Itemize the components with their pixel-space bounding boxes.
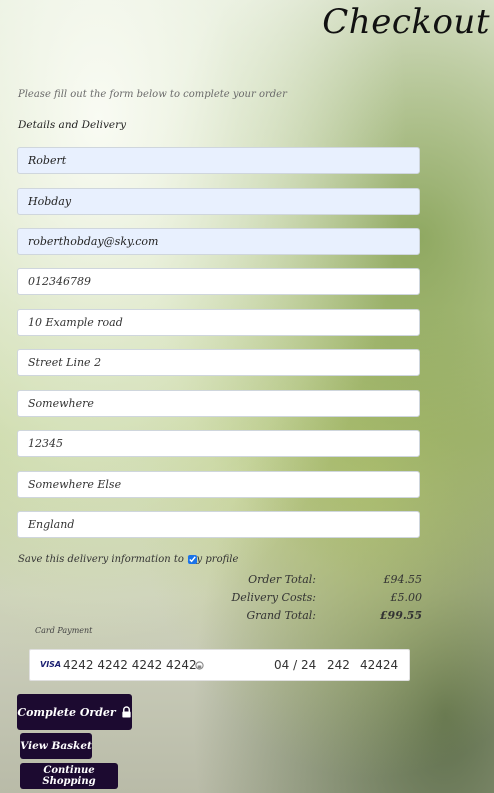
email-field[interactable] [17, 228, 420, 255]
complete-order-label: Complete Order [17, 705, 116, 719]
save-info-text: Save this delivery information to my pro… [18, 554, 239, 565]
intro-text: Please fill out the form below to comple… [18, 89, 287, 100]
street-address-2-field[interactable] [17, 349, 420, 376]
country-field[interactable] [17, 511, 420, 538]
complete-order-button[interactable]: Complete Order [17, 694, 132, 730]
save-info-label: Save this delivery information to my pro… [18, 554, 238, 565]
card-payment-label: Card Payment [35, 626, 93, 635]
totals-labels: Order Total: Delivery Costs: Grand Total… [231, 571, 316, 625]
view-basket-button[interactable]: View Basket [20, 733, 92, 759]
last-name-field[interactable] [17, 188, 420, 215]
totals-values: £94.55 £5.00 £99.55 [380, 571, 422, 625]
grand-total-label: Grand Total: [246, 609, 316, 622]
order-total-value: £94.55 [383, 573, 423, 586]
continue-shopping-button[interactable]: Continue Shopping [20, 763, 118, 789]
card-expiry-field[interactable]: 04 / 24 [274, 658, 316, 672]
page-title: Checkout [322, 2, 490, 42]
delivery-costs-value: £5.00 [390, 591, 423, 604]
card-postcode-field[interactable]: 42424 [360, 658, 398, 672]
first-name-field[interactable] [17, 147, 420, 174]
cvc-icon [195, 661, 204, 670]
visa-icon: VISA [40, 660, 62, 669]
county-field[interactable] [17, 471, 420, 498]
postcode-field[interactable] [17, 430, 420, 457]
delivery-costs-label: Delivery Costs: [231, 591, 316, 604]
section-title: Details and Delivery [18, 119, 127, 131]
card-number-field[interactable]: 4242 4242 4242 4242 [63, 658, 197, 672]
order-total-label: Order Total: [248, 573, 316, 586]
phone-field[interactable] [17, 268, 420, 295]
lock-icon [122, 706, 131, 718]
card-cvc-field[interactable]: 242 [327, 658, 350, 672]
street-address-1-field[interactable] [17, 309, 420, 336]
card-payment-input[interactable]: VISA 4242 4242 4242 4242 04 / 24 242 424… [29, 649, 410, 681]
grand-total-value: £99.55 [379, 609, 422, 622]
town-field[interactable] [17, 390, 420, 417]
save-info-checkbox[interactable] [188, 555, 197, 564]
